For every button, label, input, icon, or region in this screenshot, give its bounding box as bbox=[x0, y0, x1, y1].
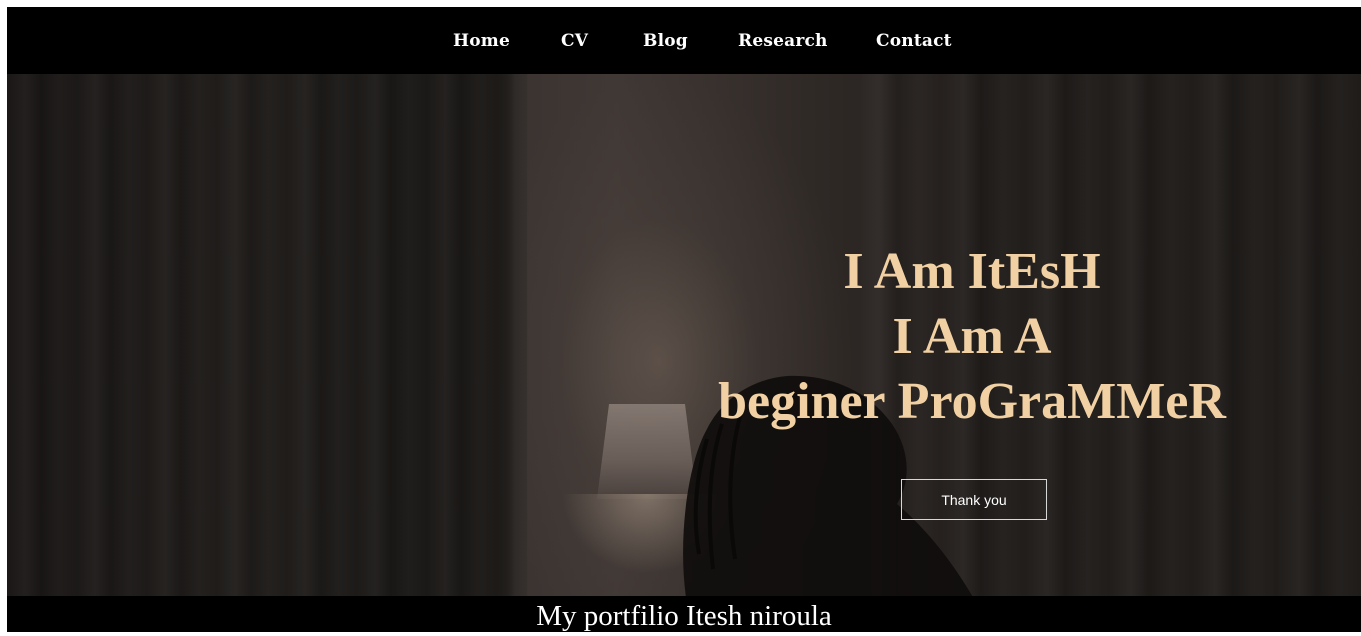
hero-heading-line-1: I Am ItEsH bbox=[843, 243, 1101, 300]
page: Home CV Blog Research Contact I Am ItEsH… bbox=[7, 7, 1361, 632]
hero-heading-line-3: beginer ProGraMMeR bbox=[718, 373, 1226, 430]
hero-heading: I Am ItEsH I Am A beginer ProGraMMeR bbox=[667, 239, 1277, 434]
nav-cv-link[interactable]: CV bbox=[561, 31, 588, 51]
nav-blog-link[interactable]: Blog bbox=[643, 31, 688, 51]
thank-you-button[interactable]: Thank you bbox=[901, 479, 1047, 520]
top-navbar: Home CV Blog Research Contact bbox=[7, 7, 1361, 74]
hero-background-curtain-left bbox=[7, 74, 527, 596]
nav-home-link[interactable]: Home bbox=[453, 31, 510, 51]
footer-text: My portfilio Itesh niroula bbox=[536, 600, 832, 632]
footer: My portfilio Itesh niroula bbox=[7, 596, 1361, 632]
nav-contact-link[interactable]: Contact bbox=[876, 31, 952, 51]
nav-research-link[interactable]: Research bbox=[738, 31, 828, 51]
hero-banner: I Am ItEsH I Am A beginer ProGraMMeR Tha… bbox=[7, 74, 1361, 596]
hero-heading-line-2: I Am A bbox=[892, 308, 1052, 365]
